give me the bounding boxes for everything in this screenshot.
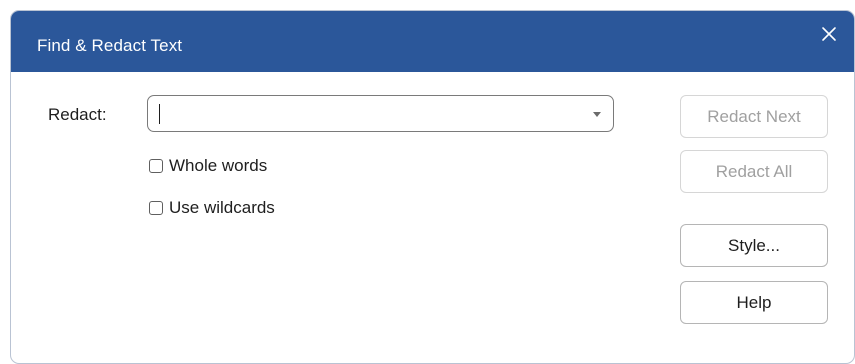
title-bar[interactable]: Find & Redact Text: [11, 11, 854, 72]
dropdown-button[interactable]: [591, 109, 603, 119]
whole-words-option[interactable]: Whole words: [149, 156, 267, 176]
redact-combobox[interactable]: [147, 95, 614, 132]
dialog-title: Find & Redact Text: [37, 36, 183, 55]
redact-all-button[interactable]: Redact All: [680, 150, 828, 193]
close-button[interactable]: [814, 19, 844, 49]
whole-words-checkbox[interactable]: [149, 159, 163, 173]
use-wildcards-label[interactable]: Use wildcards: [169, 198, 275, 218]
text-caret: [159, 104, 160, 124]
redact-input[interactable]: [156, 101, 576, 126]
redact-label: Redact:: [48, 105, 107, 124]
redact-next-button[interactable]: Redact Next: [680, 95, 828, 138]
use-wildcards-option[interactable]: Use wildcards: [149, 198, 275, 218]
style-button[interactable]: Style...: [680, 224, 828, 267]
find-redact-dialog: Find & Redact Text Redact: Whole words U…: [10, 10, 855, 364]
use-wildcards-checkbox[interactable]: [149, 201, 163, 215]
help-button[interactable]: Help: [680, 281, 828, 324]
close-icon: [822, 27, 836, 41]
dropdown-arrow-icon: [593, 111, 601, 117]
whole-words-label[interactable]: Whole words: [169, 156, 267, 176]
